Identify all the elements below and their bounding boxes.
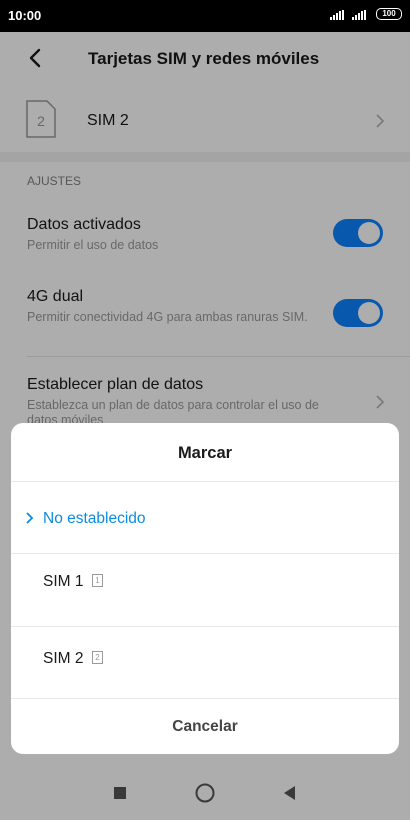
option-label: SIM 2 (43, 650, 84, 667)
dial-dialog: Marcar No establecido SIM 1 1 SIM 2 2 Ca… (11, 423, 399, 754)
sim-1-badge-icon: 1 (92, 574, 103, 587)
battery-icon: 100 (376, 8, 402, 20)
signal-icon (330, 10, 344, 20)
option-sim-1[interactable]: SIM 1 1 (11, 554, 399, 626)
option-label: No establecido (43, 510, 146, 527)
status-time: 10:00 (8, 8, 42, 23)
cancel-button[interactable]: Cancelar (11, 718, 399, 736)
option-label: SIM 1 (43, 573, 84, 590)
signal-icon-2 (352, 10, 366, 20)
status-bar: 10:00 100 (0, 0, 410, 32)
option-not-set[interactable]: No establecido (11, 482, 399, 553)
option-sim-2[interactable]: SIM 2 2 (11, 627, 399, 698)
sim-2-badge-icon: 2 (92, 651, 103, 664)
chevron-right-icon (26, 512, 34, 524)
dialog-divider (11, 698, 399, 699)
dialog-title: Marcar (177, 444, 233, 462)
